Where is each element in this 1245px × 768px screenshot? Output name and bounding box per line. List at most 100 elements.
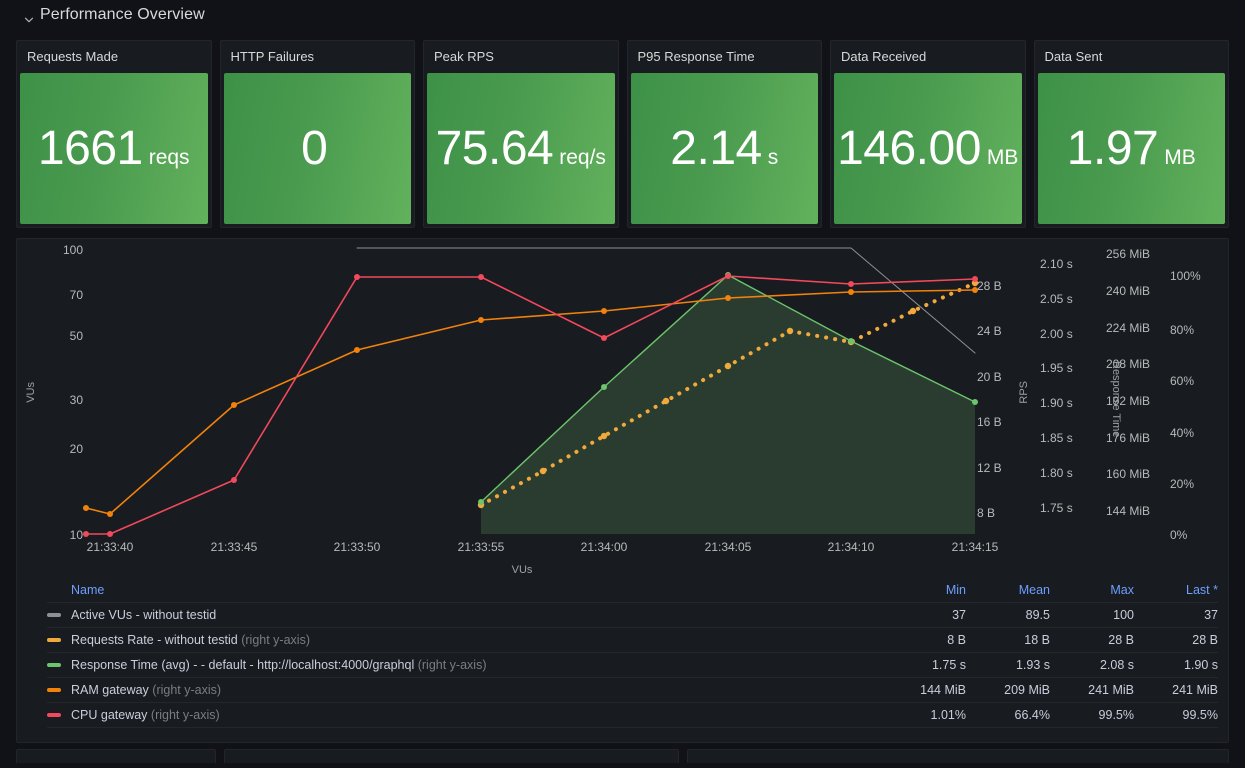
- series-color-swatch[interactable]: [47, 638, 61, 642]
- legend-series-name-cell[interactable]: Requests Rate - without testid (right y-…: [47, 627, 882, 653]
- series-data-point[interactable]: [601, 335, 607, 341]
- legend-max: 2.08 s: [1050, 652, 1134, 678]
- legend-min: 1.01%: [882, 702, 966, 728]
- series-data-point[interactable]: [231, 477, 237, 483]
- series-data-point[interactable]: [972, 399, 978, 405]
- stat-value-group: 2.14 s: [670, 124, 779, 173]
- series-data-point[interactable]: [601, 384, 607, 390]
- dashboard-row-header[interactable]: Performance Overview: [0, 0, 1245, 30]
- series-color-swatch[interactable]: [47, 613, 61, 617]
- axis-tick-ram: 224 MiB: [1106, 321, 1151, 335]
- stat-value-group: 146.00 MB: [837, 124, 1018, 173]
- stat-panel[interactable]: Data Received 146.00 MB: [830, 40, 1026, 228]
- stat-panel-body: 1661 reqs: [20, 73, 208, 224]
- series-data-point[interactable]: [354, 347, 360, 353]
- series-data-point[interactable]: [83, 531, 89, 537]
- series-data-point[interactable]: [83, 505, 89, 511]
- series-data-point[interactable]: [724, 362, 732, 370]
- legend-mean: 89.5: [966, 602, 1050, 628]
- legend-col-min[interactable]: Min: [882, 579, 966, 603]
- next-row-panels-clipped: [0, 743, 1245, 763]
- legend-last: 1.90 s: [1134, 652, 1218, 678]
- stat-unit: s: [767, 145, 779, 169]
- chevron-down-icon[interactable]: [24, 12, 34, 23]
- legend-series-name-cell[interactable]: Active VUs - without testid: [47, 602, 882, 628]
- legend-row[interactable]: Response Time (avg) - - default - http:/…: [47, 652, 1218, 678]
- axis-tick-ram: 144 MiB: [1106, 504, 1151, 518]
- series-data-point[interactable]: [539, 467, 547, 475]
- stat-panel-body: 0: [223, 73, 411, 224]
- legend-row[interactable]: CPU gateway (right y-axis) 1.01% 66.4% 99.5…: [47, 702, 1218, 728]
- stat-panel-title: Data Sent: [1044, 49, 1103, 64]
- legend-series-label: Active VUs - without testid: [71, 608, 217, 622]
- series-data-point[interactable]: [848, 289, 854, 295]
- legend-series-label: Requests Rate - without testid: [71, 633, 238, 647]
- legend-max: 99.5%: [1050, 702, 1134, 728]
- axis-tick-cpu: 60%: [1170, 374, 1195, 388]
- series-data-point[interactable]: [848, 338, 854, 344]
- stat-value: 75.64: [435, 121, 554, 175]
- axis-tick-rt: 1.90 s: [1040, 396, 1073, 410]
- axis-tick-rps: 8 B: [977, 506, 996, 520]
- series-color-swatch[interactable]: [47, 688, 61, 692]
- series-data-point[interactable]: [107, 511, 113, 517]
- legend-col-last[interactable]: Last *: [1134, 579, 1218, 603]
- legend-max: 241 MiB: [1050, 677, 1134, 703]
- legend-col-max[interactable]: Max: [1050, 579, 1134, 603]
- stat-unit: MB: [1164, 145, 1196, 169]
- stat-panel-body: 1.97 MB: [1037, 73, 1225, 224]
- series-color-swatch[interactable]: [47, 663, 61, 667]
- axis-tick-ram: 240 MiB: [1106, 284, 1151, 298]
- legend-mean: 209 MiB: [966, 677, 1050, 703]
- stat-panel[interactable]: HTTP Failures 0: [219, 40, 415, 228]
- legend-series-label: Response Time (avg) - - default - http:/…: [71, 658, 415, 672]
- series-data-point[interactable]: [478, 499, 484, 505]
- legend-col-name[interactable]: Name: [47, 579, 882, 603]
- stat-panel-title: P95 Response Time: [637, 49, 755, 64]
- legend-table: Name Min Mean Max Last * Active VUs - wi…: [17, 579, 1228, 742]
- series-data-point[interactable]: [600, 432, 608, 440]
- axis-tick-vus: 70: [69, 288, 83, 302]
- series-data-point[interactable]: [601, 308, 607, 314]
- legend-last: 28 B: [1134, 627, 1218, 653]
- stat-panel[interactable]: Requests Made 1661 reqs: [16, 40, 212, 228]
- series-color-swatch[interactable]: [47, 713, 61, 717]
- legend-last: 99.5%: [1134, 702, 1218, 728]
- axis-tick-ram: 160 MiB: [1106, 467, 1151, 481]
- series-data-point[interactable]: [725, 273, 731, 279]
- series-data-point[interactable]: [848, 281, 854, 287]
- axis-tick-time: 21:34:15: [951, 540, 999, 554]
- series-data-point[interactable]: [786, 327, 794, 335]
- panel-placeholder: [224, 749, 679, 763]
- legend-last: 241 MiB: [1134, 677, 1218, 703]
- series-data-point[interactable]: [107, 531, 113, 537]
- legend-col-mean[interactable]: Mean: [966, 579, 1050, 603]
- axis-title-x: VUs: [511, 564, 533, 576]
- axis-tick-cpu: 80%: [1170, 323, 1195, 337]
- series-data-point[interactable]: [909, 307, 917, 315]
- stat-panel-body: 146.00 MB: [834, 73, 1022, 224]
- stat-panel[interactable]: P95 Response Time 2.14 s: [626, 40, 822, 228]
- series-data-point[interactable]: [231, 402, 237, 408]
- legend-series-label: RAM gateway: [71, 683, 149, 697]
- series-data-point[interactable]: [725, 295, 731, 301]
- legend-series-name-cell[interactable]: RAM gateway (right y-axis): [47, 677, 882, 703]
- stat-panel-body: 2.14 s: [630, 73, 818, 224]
- stat-panel[interactable]: Data Sent 1.97 MB: [1033, 40, 1229, 228]
- series-data-point[interactable]: [662, 397, 670, 405]
- legend-row[interactable]: Requests Rate - without testid (right y-…: [47, 627, 1218, 653]
- stat-panel-title: Requests Made: [27, 49, 119, 64]
- panel-placeholder: [687, 749, 1229, 763]
- series-data-point[interactable]: [354, 274, 360, 280]
- series-data-point[interactable]: [478, 274, 484, 280]
- legend-row[interactable]: Active VUs - without testid 37 89.5 100 37: [47, 602, 1218, 628]
- axis-tick-time: 21:33:40: [86, 540, 134, 554]
- legend-series-name-cell[interactable]: CPU gateway (right y-axis): [47, 702, 882, 728]
- series-data-point[interactable]: [478, 317, 484, 323]
- legend-min: 144 MiB: [882, 677, 966, 703]
- legend-row[interactable]: RAM gateway (right y-axis) 144 MiB 209 MiB…: [47, 677, 1218, 703]
- legend-series-name-cell[interactable]: Response Time (avg) - - default - http:/…: [47, 652, 882, 678]
- stat-panel[interactable]: Peak RPS 75.64 req/s: [423, 40, 619, 228]
- plot-area[interactable]: 10 20 30 50 70 100 8 B 12 B 16 B 20 B 24 B 28 B 1.75…: [17, 239, 1228, 579]
- legend-axis-note: (right y-axis): [241, 633, 310, 647]
